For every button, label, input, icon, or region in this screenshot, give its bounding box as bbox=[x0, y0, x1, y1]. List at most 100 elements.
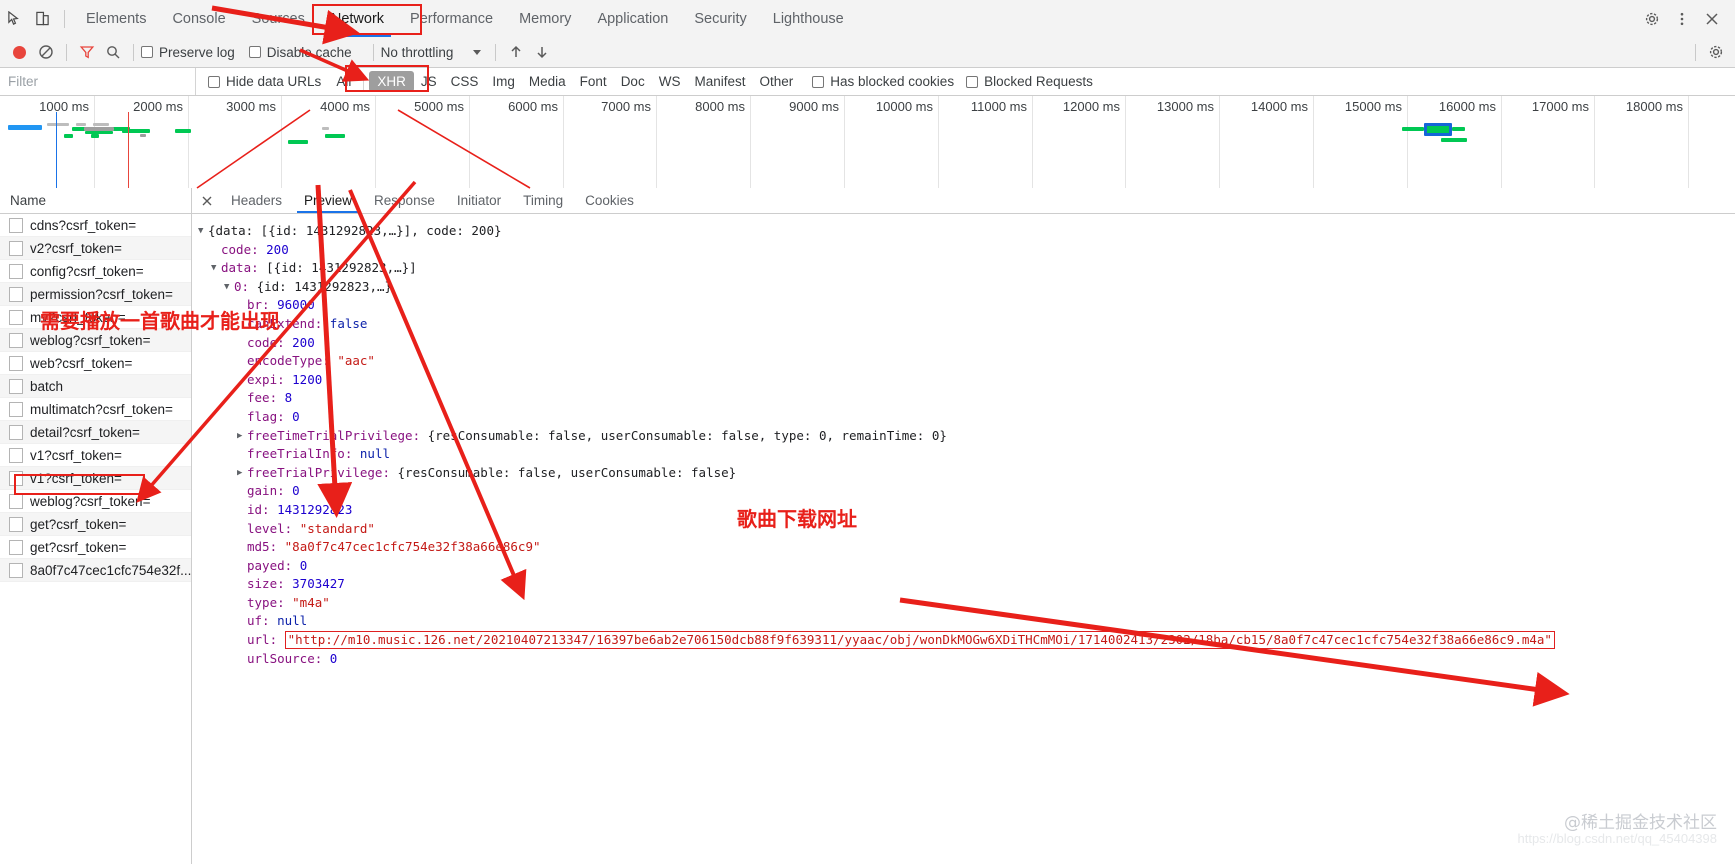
json-row[interactable]: ▶level: "standard" bbox=[198, 520, 1735, 539]
close-detail-icon[interactable] bbox=[194, 189, 220, 213]
filter-type-other[interactable]: Other bbox=[752, 72, 800, 91]
expand-triangle-right-icon[interactable]: ▶ bbox=[237, 427, 247, 446]
json-preview-tree[interactable]: ▼ {data: [{id: 1431292823,…}], code: 200}… bbox=[192, 214, 1735, 668]
json-row[interactable]: ▶canExtend: false bbox=[198, 315, 1735, 334]
expand-triangle-right-icon[interactable]: ▶ bbox=[237, 464, 247, 483]
filter-type-font[interactable]: Font bbox=[573, 72, 614, 91]
filter-type-manifest[interactable]: Manifest bbox=[687, 72, 752, 91]
json-row[interactable]: ▶url: "http://m10.music.126.net/20210407… bbox=[198, 631, 1735, 650]
search-icon[interactable] bbox=[100, 39, 126, 65]
filter-type-img[interactable]: Img bbox=[485, 72, 522, 91]
json-row[interactable]: ▶br: 96000 bbox=[198, 296, 1735, 315]
tab-label: Elements bbox=[86, 10, 147, 27]
detail-tab-timing[interactable]: Timing bbox=[512, 189, 574, 213]
export-har-icon[interactable] bbox=[529, 39, 555, 65]
network-settings-gear-icon[interactable] bbox=[1703, 39, 1729, 65]
json-row[interactable]: ▶code: 200 bbox=[198, 241, 1735, 260]
requests-list[interactable]: cdns?csrf_token= v2?csrf_token= config?csr… bbox=[0, 214, 191, 582]
request-row[interactable]: v2?csrf_token= bbox=[0, 237, 191, 260]
blocked-requests-checkbox[interactable]: Blocked Requests bbox=[966, 74, 1093, 89]
json-row[interactable]: ▶size: 3703427 bbox=[198, 575, 1735, 594]
request-row[interactable]: v1?csrf_token= bbox=[0, 444, 191, 467]
filter-type-doc[interactable]: Doc bbox=[614, 72, 652, 91]
expand-triangle-down-icon[interactable]: ▼ bbox=[224, 278, 234, 297]
json-row[interactable]: ▶encodeType: "aac" bbox=[198, 352, 1735, 371]
tab-elements[interactable]: Elements bbox=[73, 1, 159, 37]
request-row[interactable]: detail?csrf_token= bbox=[0, 421, 191, 444]
json-row[interactable]: ▶payed: 0 bbox=[198, 557, 1735, 576]
clear-icon[interactable] bbox=[33, 39, 59, 65]
detail-tab-response[interactable]: Response bbox=[363, 189, 446, 213]
detail-tab-cookies[interactable]: Cookies bbox=[574, 189, 645, 213]
json-row[interactable]: ▶gain: 0 bbox=[198, 482, 1735, 501]
json-row[interactable]: ▶flag: 0 bbox=[198, 408, 1735, 427]
request-row[interactable]: weblog?csrf_token= bbox=[0, 490, 191, 513]
tab-console[interactable]: Console bbox=[159, 1, 238, 37]
tab-application[interactable]: Application bbox=[584, 1, 681, 37]
has-blocked-cookies-checkbox[interactable]: Has blocked cookies bbox=[812, 74, 954, 89]
inspect-element-icon[interactable] bbox=[0, 1, 28, 37]
filter-input[interactable] bbox=[0, 68, 196, 95]
json-row[interactable]: ▶code: 200 bbox=[198, 334, 1735, 353]
overview-tick-label: 6000 ms bbox=[508, 99, 558, 114]
request-row[interactable]: batch bbox=[0, 375, 191, 398]
request-row[interactable]: multimatch?csrf_token= bbox=[0, 398, 191, 421]
filter-type-css[interactable]: CSS bbox=[444, 72, 486, 91]
json-row[interactable]: ▶ freeTrialPrivilege: {resConsumable: fal… bbox=[198, 464, 1735, 483]
filter-type-media[interactable]: Media bbox=[522, 72, 573, 91]
json-row[interactable]: ▶ freeTimeTrialPrivilege: {resConsumable:… bbox=[198, 427, 1735, 446]
json-row[interactable]: ▶uf: null bbox=[198, 612, 1735, 631]
json-row[interactable]: ▶id: 1431292823 bbox=[198, 501, 1735, 520]
close-icon[interactable] bbox=[1697, 1, 1727, 37]
request-row[interactable]: web?csrf_token= bbox=[0, 352, 191, 375]
tab-sources[interactable]: Sources bbox=[239, 1, 318, 37]
detail-tab-initiator[interactable]: Initiator bbox=[446, 189, 512, 213]
expand-triangle-down-icon[interactable]: ▼ bbox=[211, 259, 221, 278]
request-row[interactable]: cdns?csrf_token= bbox=[0, 214, 191, 237]
json-url-value[interactable]: "http://m10.music.126.net/20210407213347… bbox=[284, 631, 1555, 650]
filter-type-all[interactable]: All bbox=[329, 72, 358, 91]
preserve-log-checkbox[interactable]: Preserve log bbox=[141, 45, 235, 60]
json-row[interactable]: ▼ data: [{id: 1431292823,…}] bbox=[198, 259, 1735, 278]
blocked-requests-label: Blocked Requests bbox=[984, 74, 1093, 89]
json-row[interactable]: ▶freeTrialInfo: null bbox=[198, 445, 1735, 464]
device-toolbar-icon[interactable] bbox=[28, 1, 56, 37]
gear-icon[interactable] bbox=[1637, 1, 1667, 37]
tab-memory[interactable]: Memory bbox=[506, 1, 584, 37]
tab-network[interactable]: Network bbox=[318, 1, 397, 37]
request-row[interactable]: mv?csrf_token= bbox=[0, 306, 191, 329]
import-har-icon[interactable] bbox=[503, 39, 529, 65]
more-vertical-icon[interactable] bbox=[1667, 1, 1697, 37]
requests-column-header[interactable]: Name bbox=[0, 188, 191, 214]
json-row[interactable]: ▶type: "m4a" bbox=[198, 594, 1735, 613]
request-row[interactable]: config?csrf_token= bbox=[0, 260, 191, 283]
network-overview-timeline[interactable]: 1000 ms 2000 ms 3000 ms 4000 ms 5000 ms 6000 … bbox=[0, 96, 1735, 189]
filter-type-xhr[interactable]: XHR bbox=[369, 71, 414, 92]
json-row[interactable]: ▼ 0: {id: 1431292823,…} bbox=[198, 278, 1735, 297]
request-row[interactable]: v1?csrf_token= bbox=[0, 467, 191, 490]
request-row[interactable]: 8a0f7c47cec1cfc754e32f... bbox=[0, 559, 191, 582]
detail-tab-headers[interactable]: Headers bbox=[220, 189, 293, 213]
filter-icon[interactable] bbox=[74, 39, 100, 65]
detail-tab-preview[interactable]: Preview bbox=[293, 189, 363, 213]
json-row[interactable]: ▼ {data: [{id: 1431292823,…}], code: 200} bbox=[198, 222, 1735, 241]
request-row[interactable]: weblog?csrf_token= bbox=[0, 329, 191, 352]
request-row[interactable]: get?csrf_token= bbox=[0, 513, 191, 536]
tab-lighthouse[interactable]: Lighthouse bbox=[760, 1, 857, 37]
json-row[interactable]: ▶expi: 1200 bbox=[198, 371, 1735, 390]
hide-data-urls-checkbox[interactable]: Hide data URLs bbox=[208, 74, 321, 89]
json-row[interactable]: ▶fee: 8 bbox=[198, 389, 1735, 408]
json-row[interactable]: ▶md5: "8a0f7c47cec1cfc754e32f38a66e86c9" bbox=[198, 538, 1735, 557]
json-row[interactable]: ▶urlSource: 0 bbox=[198, 650, 1735, 669]
disable-cache-checkbox[interactable]: Disable cache bbox=[248, 45, 352, 60]
tab-security[interactable]: Security bbox=[681, 1, 759, 37]
record-button[interactable] bbox=[13, 45, 26, 59]
tab-performance[interactable]: Performance bbox=[397, 1, 506, 37]
request-row[interactable]: get?csrf_token= bbox=[0, 536, 191, 559]
filter-type-ws[interactable]: WS bbox=[652, 72, 688, 91]
filter-type-js[interactable]: JS bbox=[414, 72, 444, 91]
throttling-select[interactable]: No throttling bbox=[381, 45, 482, 60]
expand-triangle-down-icon[interactable]: ▼ bbox=[198, 222, 208, 241]
spacer-icon: ▶ bbox=[237, 445, 247, 464]
request-row[interactable]: permission?csrf_token= bbox=[0, 283, 191, 306]
